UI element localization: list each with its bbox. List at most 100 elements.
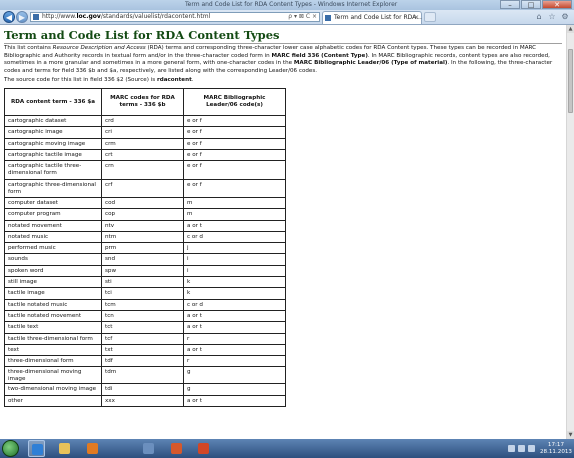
cell-leader-code: j [183,242,286,255]
media-player-glyph-icon [87,443,98,454]
cell-leader-code: e or f [183,126,286,139]
cell-leader-code: g [183,383,286,396]
tab-favicon-icon [325,15,331,21]
table-row: computer program cop m [4,208,286,221]
table-row: text txt a or t [4,343,286,357]
window-title-bar[interactable]: Term and Code List for RDA Content Types… [0,0,574,10]
cell-rda-term: cartographic tactile image [4,148,102,162]
cell-rda-term: tactile image [4,287,102,300]
cell-rda-term: still image [4,276,102,289]
start-button[interactable] [2,440,19,457]
home-icon[interactable]: ⌂ [534,12,544,22]
maximize-button[interactable]: □ [521,0,541,9]
cell-rda-term: performed music [4,242,102,255]
tray-arrow-icon[interactable] [507,445,515,452]
cell-leader-code: e or f [183,160,286,180]
table-row: tactile image tci k [4,287,286,300]
minimize-button[interactable]: – [500,0,520,9]
cell-rda-term: text [4,343,102,357]
address-bar[interactable]: http://www.loc.gov/standards/valuelist/r… [30,12,320,22]
window-controls: – □ ✕ [499,0,572,9]
cell-leader-code: r [183,332,286,345]
address-url: http://www.loc.gov/standards/valuelist/r… [42,13,211,20]
cell-marc-code: tcn [101,309,184,323]
cell-rda-term: cartographic moving image [4,137,102,150]
taskbar-powerpoint-icon[interactable] [195,440,212,457]
table-row: tactile notated movement tcn a or t [4,309,286,323]
table-row: cartographic tactile image crt e or f [4,148,286,162]
tab-close-icon[interactable]: × [414,12,419,24]
source-code-note: The source code for this list in field 3… [4,77,194,83]
scroll-up-arrow-icon[interactable]: ▲ [567,25,574,33]
cell-marc-code: tct [101,321,184,334]
cell-leader-code: e or f [183,114,286,128]
table-header-row: RDA content term - 336 $a MARC codes for… [4,88,286,116]
clock-date: 28.11.2013 [539,448,572,455]
table-row: tactile notated music tcm c or d [4,298,286,311]
cell-marc-code: sti [101,276,184,289]
address-tools[interactable]: ρ ▾ ⊠ C × [288,13,317,21]
powerpoint-glyph-icon [198,443,209,454]
new-tab-button[interactable] [424,12,436,22]
scrollbar-thumb[interactable] [568,49,573,113]
marc-glyph-icon [143,443,154,454]
table-row: computer dataset cod m [4,196,286,210]
explorer-glyph-icon [59,443,70,454]
cell-leader-code: m [183,196,286,210]
forward-button[interactable]: ▶ [16,11,28,23]
browser-tab[interactable]: Term and Code List for RDA... × [322,11,422,24]
tray-network-icon[interactable] [517,445,525,452]
cell-marc-code: prm [101,242,184,255]
cell-leader-code: c or d [183,298,286,311]
cell-leader-code: k [183,276,286,289]
windows-taskbar: 17:17 28.11.2013 [0,439,574,458]
cell-leader-code: a or t [183,219,286,232]
vertical-scrollbar[interactable]: ▲ ▼ [566,25,574,439]
back-button[interactable]: ◀ [3,11,15,23]
taskbar-media-player-icon[interactable] [84,440,101,457]
cell-marc-code: crt [101,148,184,162]
taskbar-marc-icon[interactable] [140,440,157,457]
cell-marc-code: cop [101,208,184,221]
cell-rda-term: other [4,394,102,408]
cell-rda-term: computer dataset [4,196,102,210]
cell-marc-code: tci [101,287,184,300]
cell-marc-code: tdf [101,355,184,368]
cell-rda-term: sounds [4,253,102,266]
cell-rda-term: tactile text [4,321,102,334]
tray-volume-icon[interactable] [527,445,535,452]
cell-marc-code: tdi [101,383,184,396]
cell-leader-code: e or f [183,137,286,150]
page-content: Term and Code List for RDA Content Types… [0,25,566,439]
system-tray: 17:17 28.11.2013 [505,439,572,458]
cell-rda-term: cartographic three-dimensional form [4,178,102,198]
taskbar-ie-icon[interactable] [28,440,45,457]
table-row: two-dimensional moving image tdi g [4,383,286,396]
table-row: three-dimensional form tdf r [4,355,286,368]
cell-leader-code: a or t [183,343,286,357]
tools-gear-icon[interactable]: ⚙ [560,12,570,22]
cell-leader-code: e or f [183,178,286,198]
window-title: Term and Code List for RDA Content Types… [185,1,398,8]
close-button[interactable]: ✕ [542,0,572,9]
taskbar-firefox-icon[interactable] [168,440,185,457]
table-row: tactile three-dimensional form tcf r [4,332,286,345]
table-row: cartographic image cri e or f [4,126,286,139]
scroll-down-arrow-icon[interactable]: ▼ [567,431,574,439]
cell-marc-code: crf [101,178,184,198]
taskbar-clock[interactable]: 17:17 28.11.2013 [540,442,572,456]
cell-marc-code: crn [101,160,184,180]
cell-marc-code: snd [101,253,184,266]
cell-rda-term: tactile notated movement [4,309,102,323]
taskbar-explorer-icon[interactable] [56,440,73,457]
favorites-icon[interactable]: ☆ [547,12,557,22]
table-row: sounds snd i [4,253,286,266]
browser-command-icons: ⌂ ☆ ⚙ [531,12,570,22]
cell-rda-term: cartographic dataset [4,114,102,128]
table-row: notated music ntm c or d [4,230,286,244]
cell-leader-code: i [183,253,286,266]
header-marc-code: MARC codes for RDA terms - 336 $b [101,88,184,116]
table-row: performed music prm j [4,242,286,255]
cell-leader-code: a or t [183,321,286,334]
cell-marc-code: tdm [101,366,184,385]
